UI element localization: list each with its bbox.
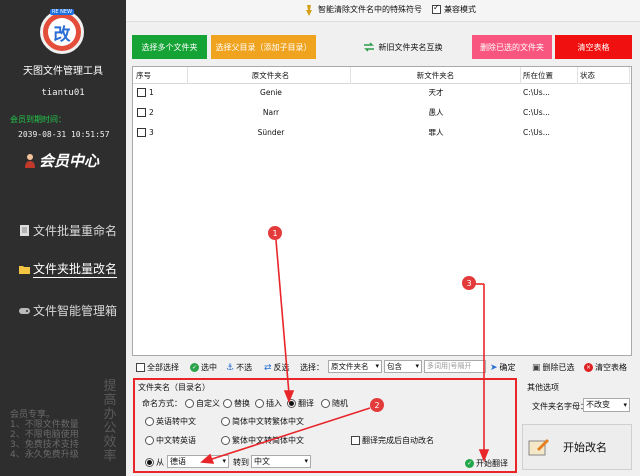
zh-to-en-radio[interactable]: 中文转英语 xyxy=(145,435,196,446)
rename-panel: 文件夹名（目录名） 命名方式： 自定义 替换 插入 翻译 随机 英语转中文 简体… xyxy=(133,378,517,473)
mode-custom-radio[interactable]: 自定义 xyxy=(185,398,220,409)
app-title: 天图文件管理工具 xyxy=(23,66,103,77)
delete-selected-button[interactable]: 删除已选的文件夹 xyxy=(472,35,552,59)
trash-icon: ▣ xyxy=(532,362,541,373)
nav-label: 文件夹批量改名 xyxy=(33,262,118,278)
col-header[interactable]: 状态 xyxy=(580,67,630,84)
start-rename-button[interactable]: 开始改名 xyxy=(522,424,632,470)
trad-to-simp-radio[interactable]: 繁体中文转简体中文 xyxy=(221,435,304,446)
col-header[interactable]: 序号 xyxy=(133,67,188,84)
edit-icon xyxy=(528,439,549,456)
logo-badge: RE NEW xyxy=(49,9,75,15)
compat-mode-label: 兼容模式 xyxy=(444,5,476,14)
ad-text: 提高办公效率 xyxy=(103,379,117,464)
en-to-zh-radio[interactable]: 英语转中文 xyxy=(145,416,196,427)
keyword-input[interactable]: 多词用|号隔开 xyxy=(424,360,486,373)
expire-date: 2039-08-31 10:51:57 xyxy=(18,130,110,139)
col-header[interactable]: 新文件夹名 xyxy=(351,67,521,84)
case-select[interactable]: 不改变 xyxy=(583,398,630,412)
select-all-checkbox[interactable]: 全部选择 xyxy=(136,362,179,373)
swap-label: 新旧文件夹名互换 xyxy=(378,42,443,52)
to-label: 转到 xyxy=(233,458,249,467)
mode-label: 命名方式： xyxy=(142,399,182,408)
step-badge-2: 2 xyxy=(370,398,384,412)
folder-table: 序号 原文件夹名 新文件夹名 所在位置 状态 1 Genie 天才 C:\Us.… xyxy=(132,66,632,356)
clear-table-link[interactable]: × 清空表格 xyxy=(584,362,627,373)
selection-bar: 全部选择 ✓ 选中 ⚓ 不选 ⇄ 反选 选择： 原文件夹名 包含 多词用|号隔开… xyxy=(132,360,632,376)
from-language-select[interactable]: 德语 xyxy=(167,455,229,468)
match-select[interactable]: 包含 xyxy=(384,360,422,373)
check-button[interactable]: ✓ 选中 xyxy=(190,362,217,373)
add-subfolders-button[interactable]: 选择父目录（添加子目录） xyxy=(211,35,316,59)
person-icon xyxy=(25,153,35,168)
folder-icon xyxy=(19,265,30,274)
compat-mode-checkbox[interactable] xyxy=(432,3,441,14)
document-icon xyxy=(20,225,29,236)
vip-benefits: 会员专享。 1、不限文件数量 2、不限电脑使用 3、免费技术支持 4、永久免费升… xyxy=(10,410,79,460)
row-checkbox[interactable] xyxy=(137,88,146,97)
table-row[interactable]: 3 Sünder 罪人 C:\Us... xyxy=(133,124,631,141)
row-checkbox[interactable] xyxy=(137,128,146,137)
to-language-select[interactable]: 中文 xyxy=(251,455,311,468)
expire-label: 会员到期时间： xyxy=(10,115,66,124)
swap-icon xyxy=(363,42,374,52)
clear-table-button[interactable]: 清空表格 xyxy=(555,35,632,59)
mode-insert-radio[interactable]: 插入 xyxy=(255,398,282,409)
row-checkbox[interactable] xyxy=(137,108,146,117)
case-label: 文件夹名字母： xyxy=(532,402,588,411)
pin-icon xyxy=(306,5,312,16)
swap-names-button[interactable]: 新旧文件夹名互换 xyxy=(345,35,460,59)
close-icon: × xyxy=(584,363,593,372)
app-logo: RE NEW 改 xyxy=(40,9,84,54)
field-select[interactable]: 原文件夹名 xyxy=(328,360,382,373)
nav-folder-rename[interactable]: 文件夹批量改名 xyxy=(18,260,118,278)
mode-random-radio[interactable]: 随机 xyxy=(321,398,348,409)
logo-char: 改 xyxy=(48,18,76,46)
uncheck-button[interactable]: ⚓ 不选 xyxy=(226,362,252,373)
panel-title: 文件夹名（目录名） xyxy=(138,383,210,392)
step-badge-3: 3 xyxy=(462,276,476,290)
check-icon: ✓ xyxy=(465,459,474,468)
start-translate-button[interactable]: ✓ 开始翻译 xyxy=(465,458,508,469)
pointer-icon: ➤ xyxy=(490,362,498,373)
start-rename-label: 开始改名 xyxy=(563,441,607,454)
mode-replace-radio[interactable]: 替换 xyxy=(223,398,250,409)
simp-to-trad-radio[interactable]: 简体中文转繁体中文 xyxy=(221,416,304,427)
special-chars-link[interactable]: 智能清除文件名中的特殊符号 xyxy=(318,4,422,15)
table-row[interactable]: 1 Genie 天才 C:\Us... xyxy=(133,84,631,101)
nav-label: 文件智能管理箱 xyxy=(33,304,118,318)
auto-rename-checkbox[interactable]: 翻译完成后自动改名 xyxy=(351,435,434,446)
username: tiantu01 xyxy=(41,88,85,98)
check-icon: ✓ xyxy=(190,363,199,372)
other-options-title: 其他选项 xyxy=(527,383,559,392)
invert-button[interactable]: ⇄ 反选 xyxy=(264,362,290,373)
select-label: 选择： xyxy=(300,363,324,372)
checkbox-box xyxy=(136,363,145,372)
table-header: 序号 原文件夹名 新文件夹名 所在位置 状态 xyxy=(133,67,631,84)
top-bar: 智能清除文件名中的特殊符号 兼容模式 xyxy=(126,0,640,22)
step-badge-1: 1 xyxy=(268,226,282,240)
add-folders-button[interactable]: 选择多个文件夹 xyxy=(132,35,207,59)
member-center-button[interactable]: 会员中心 xyxy=(24,150,99,171)
anchor-icon: ⚓ xyxy=(226,362,235,373)
col-header[interactable]: 所在位置 xyxy=(523,67,578,84)
col-header[interactable]: 原文件夹名 xyxy=(191,67,351,84)
nav-label: 文件批量重命名 xyxy=(33,224,118,238)
invert-icon: ⇄ xyxy=(264,362,272,373)
mode-translate-radio[interactable]: 翻译 xyxy=(287,398,314,409)
nav-file-manager[interactable]: 文件智能管理箱 xyxy=(18,302,117,319)
nav-file-rename[interactable]: 文件批量重命名 xyxy=(18,222,117,239)
confirm-button[interactable]: ➤ 确定 xyxy=(490,362,516,373)
table-row[interactable]: 2 Narr 愚人 C:\Us... xyxy=(133,104,631,121)
from-radio[interactable]: 从 xyxy=(145,457,164,468)
gamepad-icon xyxy=(19,308,30,314)
member-center-label: 会员中心 xyxy=(39,152,100,170)
delete-selected-link[interactable]: ▣ 删除已选 xyxy=(532,362,575,373)
sidebar: RE NEW 改 天图文件管理工具 tiantu01 会员到期时间： 2039-… xyxy=(0,0,126,476)
